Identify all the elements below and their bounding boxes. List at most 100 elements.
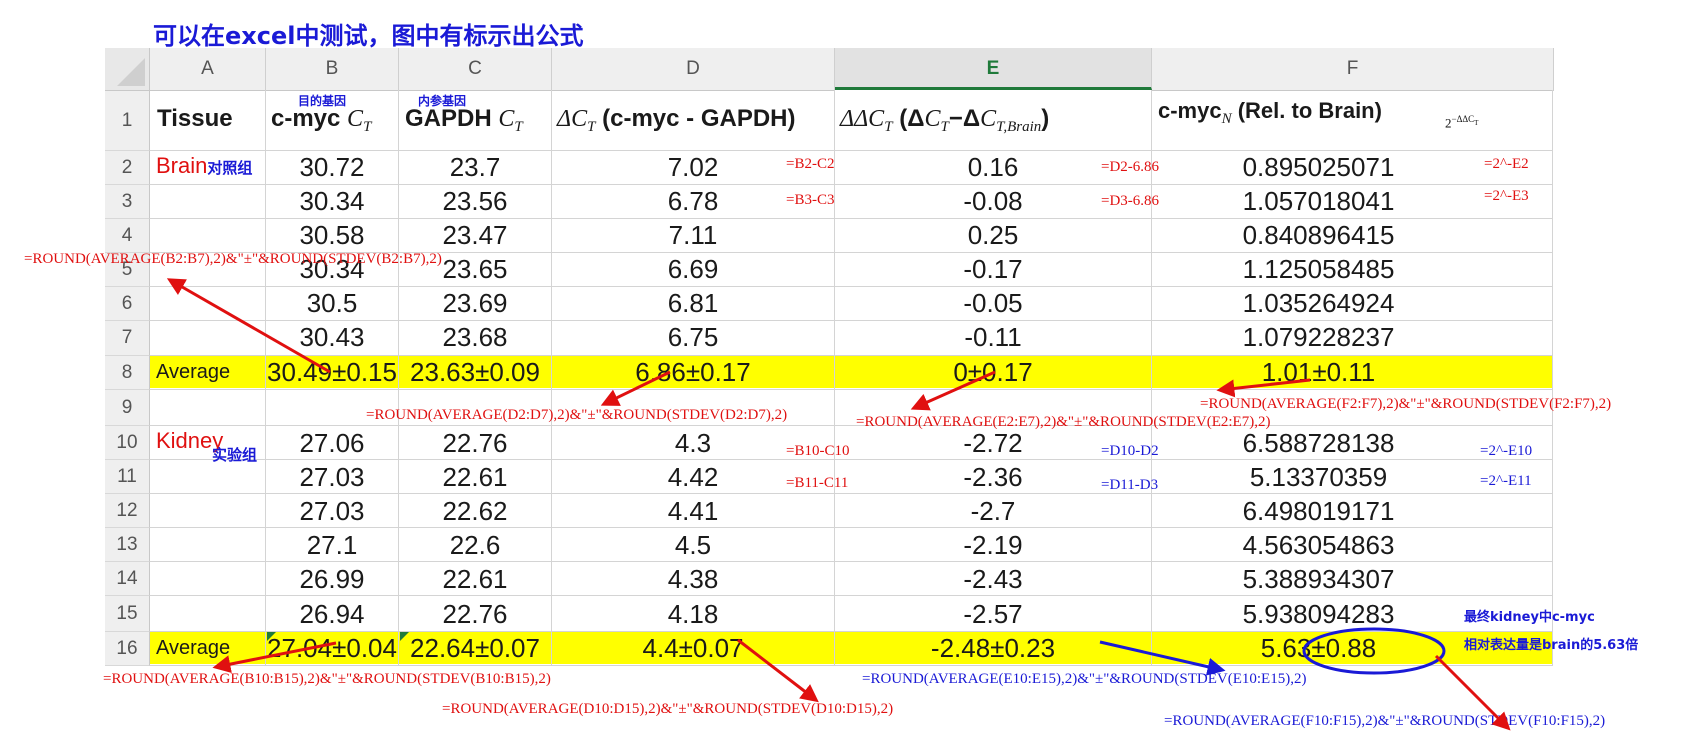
cell-c12[interactable]: 22.62 — [399, 496, 551, 527]
cell-c11[interactable]: 22.61 — [399, 462, 551, 493]
cell-f16[interactable]: 5.63±0.88 — [1152, 633, 1485, 664]
cell-e15[interactable]: -2.57 — [835, 599, 1151, 630]
cell-c6[interactable]: 23.69 — [399, 288, 551, 319]
cell-e7[interactable]: -0.11 — [835, 322, 1151, 353]
cell-c14[interactable]: 22.61 — [399, 564, 551, 595]
cell-f4[interactable]: 0.840896415 — [1152, 220, 1485, 251]
row-header-4[interactable]: 4 — [105, 219, 150, 253]
row-header-8[interactable]: 8 — [105, 356, 150, 390]
cell-b4[interactable]: 30.58 — [266, 220, 398, 251]
cell-b16[interactable]: 27.04±0.04 — [266, 633, 398, 664]
row-header-3[interactable]: 3 — [105, 185, 150, 219]
cell-f2[interactable]: 0.895025071 — [1152, 152, 1485, 183]
cell-d8[interactable]: 6.86±0.17 — [552, 357, 834, 388]
cell-c15[interactable]: 22.76 — [399, 599, 551, 630]
row-header-16[interactable]: 16 — [105, 632, 150, 666]
row-header-15[interactable]: 15 — [105, 596, 150, 632]
cell-f8[interactable]: 1.01±0.11 — [1152, 357, 1485, 388]
row-header-11[interactable]: 11 — [105, 460, 150, 494]
cell-e5[interactable]: -0.17 — [835, 254, 1151, 285]
cell-f10[interactable]: 6.588728138 — [1152, 428, 1485, 459]
cell-f3[interactable]: 1.057018041 — [1152, 186, 1485, 217]
cell-f11[interactable]: 5.13370359 — [1152, 462, 1485, 493]
cell-b10[interactable]: 27.06 — [266, 428, 398, 459]
header-formula-note: 2−ΔΔCT — [1445, 114, 1478, 131]
label-brain-average[interactable]: Average — [156, 361, 230, 384]
header-delta-delta-ct[interactable]: ΔΔCT (ΔCT−ΔCT,Brain) — [840, 105, 1049, 136]
cell-b3[interactable]: 30.34 — [266, 186, 398, 217]
header-rel-label: c-myc — [1158, 98, 1222, 123]
row-header-12[interactable]: 12 — [105, 494, 150, 528]
cell-d15[interactable]: 4.18 — [552, 599, 834, 630]
cell-f7[interactable]: 1.079228237 — [1152, 322, 1485, 353]
header-gapdh-ct[interactable]: GAPDH CT — [405, 105, 523, 136]
cell-c3[interactable]: 23.56 — [399, 186, 551, 217]
cell-e4[interactable]: 0.25 — [835, 220, 1151, 251]
label-kidney-average[interactable]: Average — [156, 637, 230, 660]
cell-f12[interactable]: 6.498019171 — [1152, 496, 1485, 527]
row-header-6[interactable]: 6 — [105, 287, 150, 321]
cell-d16[interactable]: 4.4±0.07 — [552, 633, 834, 664]
column-header-b[interactable]: B — [266, 48, 399, 91]
cell-b2[interactable]: 30.72 — [266, 152, 398, 183]
column-header-d[interactable]: D — [552, 48, 835, 91]
cell-d6[interactable]: 6.81 — [552, 288, 834, 319]
cell-c16[interactable]: 22.64±0.07 — [399, 633, 551, 664]
column-header-e[interactable]: E — [835, 48, 1152, 90]
cell-b11[interactable]: 27.03 — [266, 462, 398, 493]
column-header-c[interactable]: C — [399, 48, 552, 91]
cell-d7[interactable]: 6.75 — [552, 322, 834, 353]
cell-e12[interactable]: -2.7 — [835, 496, 1151, 527]
spreadsheet-screenshot: 可以在excel中测试，图中有标示出公式 A B C D E F 1 2 3 4… — [0, 0, 1693, 736]
gridline — [1552, 90, 1553, 666]
cell-b13[interactable]: 27.1 — [266, 530, 398, 561]
cell-d12[interactable]: 4.41 — [552, 496, 834, 527]
cell-f6[interactable]: 1.035264924 — [1152, 288, 1485, 319]
row-header-14[interactable]: 14 — [105, 562, 150, 596]
spreadsheet-grid[interactable]: A B C D E F 1 2 3 4 5 6 7 8 9 10 11 12 1… — [105, 48, 1555, 668]
cell-e6[interactable]: -0.05 — [835, 288, 1151, 319]
cell-f5[interactable]: 1.125058485 — [1152, 254, 1485, 285]
select-all-corner[interactable] — [105, 48, 150, 91]
gridline — [150, 665, 1553, 666]
cell-b12[interactable]: 27.03 — [266, 496, 398, 527]
header-tissue[interactable]: Tissue — [157, 105, 233, 133]
cell-d5[interactable]: 6.69 — [552, 254, 834, 285]
cell-c13[interactable]: 22.6 — [399, 530, 551, 561]
row-header-9[interactable]: 9 — [105, 390, 150, 426]
header-relative-expression[interactable]: c-mycN (Rel. to Brain) — [1158, 98, 1382, 128]
cell-f13[interactable]: 4.563054863 — [1152, 530, 1485, 561]
cell-c10[interactable]: 22.76 — [399, 428, 551, 459]
header-dd-c: C — [868, 106, 885, 132]
cell-d14[interactable]: 4.38 — [552, 564, 834, 595]
cell-c2[interactable]: 23.7 — [399, 152, 551, 183]
cell-c4[interactable]: 23.47 — [399, 220, 551, 251]
cell-d13[interactable]: 4.5 — [552, 530, 834, 561]
cell-f15[interactable]: 5.938094283 — [1152, 599, 1485, 630]
cell-b6[interactable]: 30.5 — [266, 288, 398, 319]
row-header-13[interactable]: 13 — [105, 528, 150, 562]
cell-b8[interactable]: 30.49±0.15 — [266, 357, 398, 388]
column-header-a[interactable]: A — [150, 48, 266, 91]
row-header-7[interactable]: 7 — [105, 321, 150, 356]
formula-d3: =B3-C3 — [786, 192, 835, 208]
cell-e14[interactable]: -2.43 — [835, 564, 1151, 595]
cell-f14[interactable]: 5.388934307 — [1152, 564, 1485, 595]
header-cmyc-ct[interactable]: c-myc CT — [271, 105, 371, 136]
cell-e13[interactable]: -2.19 — [835, 530, 1151, 561]
cell-b15[interactable]: 26.94 — [266, 599, 398, 630]
row-header-1[interactable]: 1 — [105, 91, 150, 151]
row-header-10[interactable]: 10 — [105, 426, 150, 460]
cell-c8[interactable]: 23.63±0.09 — [399, 357, 551, 388]
cell-c7[interactable]: 23.68 — [399, 322, 551, 353]
header-delta-ct[interactable]: ΔCT (c-myc - GAPDH) — [557, 105, 795, 136]
cell-d4[interactable]: 7.11 — [552, 220, 834, 251]
header-rel-brain: (Rel. to Brain) — [1231, 98, 1382, 123]
cell-e16[interactable]: -2.48±0.23 — [835, 633, 1151, 664]
column-header-f[interactable]: F — [1152, 48, 1554, 91]
cell-e8[interactable]: 0±0.17 — [835, 357, 1151, 388]
cell-b7[interactable]: 30.43 — [266, 322, 398, 353]
cell-b14[interactable]: 26.99 — [266, 564, 398, 595]
label-brain[interactable]: Brain对照组 — [156, 153, 252, 179]
row-header-2[interactable]: 2 — [105, 151, 150, 185]
